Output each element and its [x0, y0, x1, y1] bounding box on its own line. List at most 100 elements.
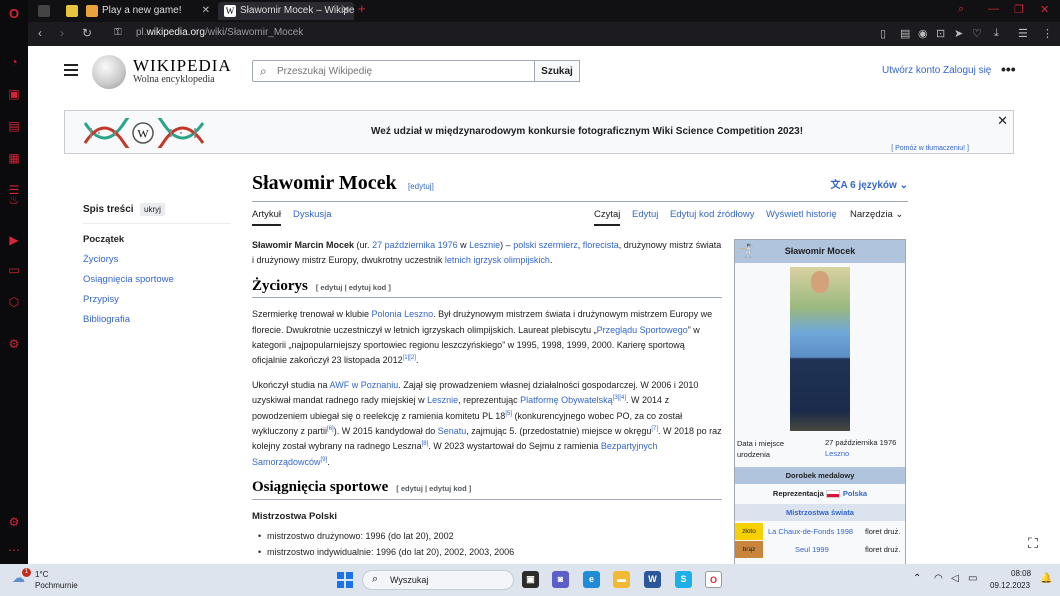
- user-menu-icon[interactable]: •••: [1001, 61, 1016, 77]
- tab-article[interactable]: Artykuł: [252, 209, 282, 226]
- forward-icon[interactable]: ›: [60, 26, 64, 40]
- leszno-link[interactable]: Lesznie: [427, 395, 458, 405]
- club-link[interactable]: Polonia Leszno: [372, 309, 434, 319]
- birth-date-link[interactable]: 27 października 1976: [372, 240, 458, 250]
- teams-icon[interactable]: ◙: [552, 571, 569, 588]
- tab-edit[interactable]: Edytuj: [632, 209, 658, 220]
- tab-wikipedia[interactable]: W Sławomir Mocek – Wikiped ✕: [218, 2, 354, 20]
- login-link[interactable]: Zaloguj się: [943, 65, 991, 76]
- portrait-photo[interactable]: [790, 267, 850, 431]
- download-icon[interactable]: ⤓: [994, 27, 999, 40]
- tab-history[interactable]: Wyświetl historię: [766, 209, 837, 220]
- back-icon[interactable]: ‹: [38, 26, 42, 40]
- fencer-link[interactable]: polski szermierz: [513, 240, 578, 250]
- section-edit-links[interactable]: [ edytuj | edytuj kod ]: [316, 283, 391, 292]
- battery-icon[interactable]: ▭: [968, 573, 977, 584]
- banner-text[interactable]: Weź udział w międzynarodowym konkursie f…: [371, 126, 803, 137]
- toc-item-start[interactable]: Początek: [83, 230, 231, 250]
- close-icon[interactable]: ✕: [997, 113, 1008, 129]
- window-close-icon[interactable]: ✕: [1040, 3, 1049, 16]
- wikipedia-wordmark[interactable]: WIKIPEDIA: [133, 56, 232, 76]
- fullscreen-icon[interactable]: ⛶: [1024, 534, 1042, 552]
- tab-edit-source[interactable]: Edytuj kod źródłowy: [670, 209, 754, 220]
- url-field[interactable]: pl.wikipedia.org/wiki/Sławomir_Mocek: [136, 27, 303, 38]
- main-menu-icon[interactable]: [64, 64, 78, 76]
- representation-link[interactable]: Polska: [843, 489, 867, 498]
- title-edit-link[interactable]: [edytuj]: [408, 182, 434, 191]
- skype-icon[interactable]: S: [675, 571, 692, 588]
- edge-icon[interactable]: e: [583, 571, 600, 588]
- send-icon[interactable]: ➤: [954, 27, 963, 40]
- search-input[interactable]: [277, 63, 527, 79]
- twitch-icon[interactable]: ▤: [6, 118, 22, 134]
- minimize-icon[interactable]: —: [988, 3, 999, 15]
- taskbar-search[interactable]: ⌕ Wyszukaj: [362, 570, 514, 590]
- profile-icon[interactable]: ⋮: [1042, 27, 1053, 40]
- notification-bell-icon[interactable]: 🔔: [1040, 573, 1052, 584]
- reference-link[interactable]: [6]: [327, 426, 334, 432]
- birth-place-link[interactable]: Leszno: [825, 449, 849, 458]
- przeglad-link[interactable]: Przeglądu Sportowego: [597, 325, 688, 335]
- event-link[interactable]: Seul 1999: [795, 545, 829, 554]
- tab-talk[interactable]: Dyskusja: [293, 209, 332, 220]
- flame-icon[interactable]: ♨: [6, 192, 22, 208]
- reader-icon[interactable]: ▯: [880, 27, 886, 40]
- tab-search-icon[interactable]: ⌕: [958, 3, 964, 16]
- start-button[interactable]: [337, 572, 353, 588]
- reference-link[interactable]: [5]: [505, 411, 512, 417]
- olympics-link[interactable]: letnich igrzysk olimpijskich: [445, 255, 550, 265]
- bookmark-icon[interactable]: ♡: [972, 27, 982, 40]
- pinboard-icon[interactable]: ▭: [6, 262, 22, 278]
- translate-icon[interactable]: ▤: [900, 27, 910, 40]
- event-link[interactable]: La Chaux-de-Fonds 1998: [768, 527, 853, 536]
- senat-link[interactable]: Senatu: [438, 426, 467, 436]
- camera-icon[interactable]: ◉: [918, 27, 928, 40]
- birth-place-link[interactable]: Lesznie: [469, 240, 500, 250]
- tab-pinned[interactable]: [32, 2, 58, 20]
- language-button[interactable]: 文A 6 języków ⌄: [830, 176, 908, 191]
- wifi-icon[interactable]: ◠: [934, 573, 943, 584]
- task-view-icon[interactable]: ▣: [522, 571, 539, 588]
- toc-item-bio[interactable]: Życiorys: [83, 250, 231, 270]
- chevron-up-icon[interactable]: ⌃: [913, 573, 921, 584]
- speed-dial-icon[interactable]: ◔: [6, 54, 22, 70]
- weather-temp[interactable]: 1°C: [35, 570, 48, 579]
- reload-icon[interactable]: ↻: [82, 26, 92, 40]
- close-icon[interactable]: ✕: [342, 2, 350, 20]
- news-icon[interactable]: ▦: [6, 150, 22, 166]
- tools-dropdown[interactable]: Narzędzia ⌄: [850, 209, 903, 220]
- weather-desc[interactable]: Pochmurnie: [35, 581, 78, 590]
- po-link[interactable]: Platformę Obywatelską: [520, 395, 613, 405]
- banner-help-link[interactable]: [ Pomóż w tłumaczeniu! ]: [891, 145, 969, 152]
- toc-hide-button[interactable]: ukryj: [140, 203, 165, 216]
- clock-time[interactable]: 08:08: [1011, 569, 1031, 578]
- sidebar-more-icon[interactable]: ⋯: [6, 542, 22, 558]
- toc-item-achievements[interactable]: Osiągnięcia sportowe: [83, 270, 231, 290]
- create-account-link[interactable]: Utwórz konto: [882, 65, 940, 76]
- new-tab-button[interactable]: +: [358, 1, 366, 16]
- wikipedia-globe-logo[interactable]: [92, 55, 126, 89]
- sidebar-settings-icon[interactable]: ⚙: [6, 514, 22, 530]
- settings-icon[interactable]: ⚙: [6, 336, 22, 352]
- world-championships-band[interactable]: Mistrzostwa świata: [735, 504, 905, 521]
- word-icon[interactable]: W: [644, 571, 661, 588]
- easy-setup-icon[interactable]: ☰: [1018, 27, 1028, 40]
- opera-icon[interactable]: O: [705, 571, 722, 588]
- player-icon[interactable]: ▶: [6, 232, 22, 248]
- extensions-icon[interactable]: ⬡: [6, 294, 22, 310]
- toc-item-bibliography[interactable]: Bibliografia: [83, 310, 231, 330]
- file-explorer-icon[interactable]: ▬: [613, 571, 630, 588]
- tab-read[interactable]: Czytaj: [594, 209, 621, 226]
- volume-icon[interactable]: ◁: [951, 573, 959, 584]
- section-edit-links[interactable]: [ edytuj | edytuj kod ]: [396, 484, 471, 493]
- toc-item-references[interactable]: Przypisy: [83, 290, 231, 310]
- reference-link[interactable]: [2]: [409, 355, 416, 361]
- foil-link[interactable]: florecista: [583, 240, 619, 250]
- clock-date[interactable]: 09.12.2023: [990, 581, 1030, 590]
- maximize-icon[interactable]: ❐: [1014, 3, 1024, 16]
- opera-logo-icon[interactable]: O: [6, 6, 22, 22]
- search-button[interactable]: Szukaj: [534, 60, 580, 82]
- awf-link[interactable]: AWF w Poznaniu: [330, 380, 399, 390]
- shopping-icon[interactable]: ▣: [6, 86, 22, 102]
- close-icon[interactable]: ✕: [202, 2, 210, 20]
